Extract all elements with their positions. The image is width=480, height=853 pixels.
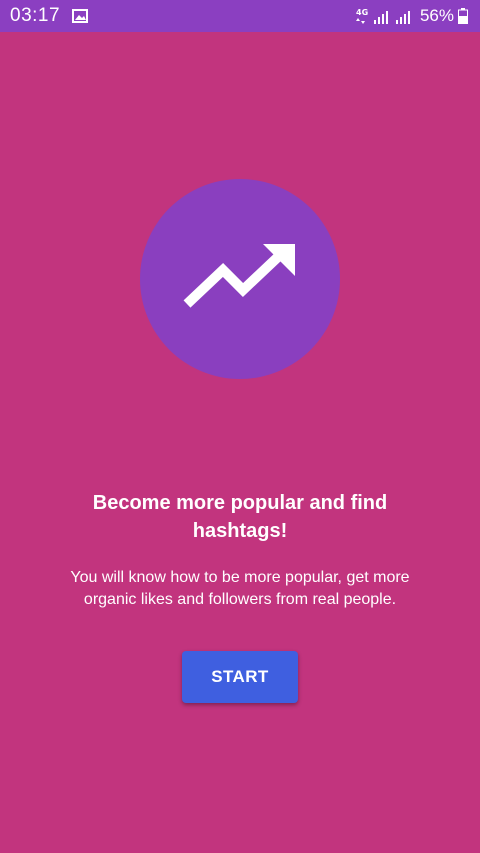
signal-icon	[373, 8, 392, 24]
battery-percent: 56%	[419, 6, 454, 25]
headline-line-1: Become more popular and find	[92, 492, 388, 514]
headline: Become more popular and find hashtags!	[40, 489, 440, 545]
headline-line-2: hashtags!	[192, 520, 288, 542]
hero-circle	[140, 179, 340, 379]
description-line-2: organic likes and followers from real pe…	[83, 591, 397, 608]
svg-text:4G: 4G	[356, 8, 368, 17]
gallery-icon	[72, 9, 89, 23]
signal-icon	[395, 8, 414, 24]
trending-up-icon	[181, 242, 299, 317]
status-time: 03:17	[10, 5, 61, 26]
status-left: 03:17	[10, 5, 89, 27]
description-line-1: You will know how to be more popular, ge…	[70, 569, 410, 586]
description: You will know how to be more popular, ge…	[30, 567, 450, 611]
battery-icon	[458, 8, 468, 24]
start-button[interactable]: START	[182, 651, 298, 703]
status-right: 4G 56%	[355, 6, 468, 26]
network-4g-icon: 4G	[355, 7, 368, 25]
status-bar: 03:17 4G 56%	[0, 0, 480, 32]
